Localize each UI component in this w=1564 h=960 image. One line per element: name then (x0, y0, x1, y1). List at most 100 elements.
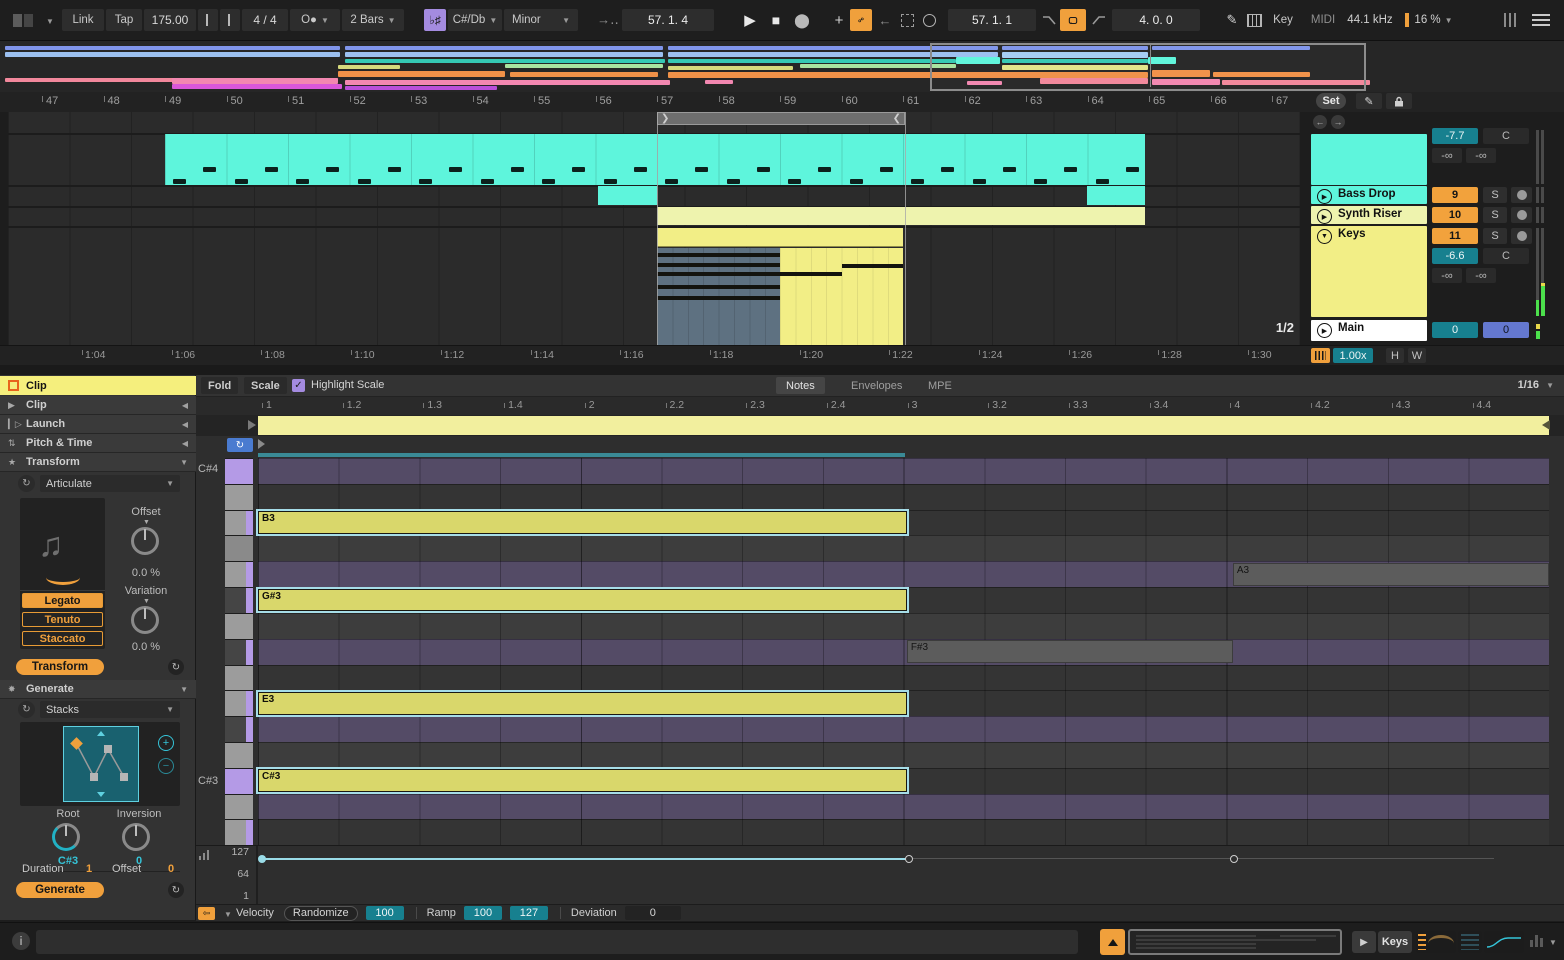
bass-drop-activator-icon[interactable] (1511, 187, 1532, 203)
midi-map-button[interactable]: MIDI (1306, 9, 1340, 31)
tab-mpe[interactable]: MPE (918, 377, 962, 394)
track-header-bass-drop[interactable]: ▶ Bass Drop (1311, 186, 1427, 204)
tempo-field[interactable]: 175.00 (144, 9, 196, 31)
clip-keys-header[interactable] (657, 228, 903, 247)
stacks-add-icon[interactable]: + (158, 735, 174, 751)
bass-drop-solo-button[interactable]: S (1483, 187, 1507, 203)
midi-note-b3[interactable]: B3 (258, 511, 907, 534)
generate-preset-menu[interactable]: Stacks▼ (40, 701, 180, 718)
section-launch[interactable]: ▎▷Launch◀ (0, 415, 196, 434)
clip-loop-toggle[interactable]: ↻ (227, 438, 253, 452)
metronome-button[interactable]: O●▼ (290, 9, 340, 31)
window-pane-icon[interactable] (8, 9, 38, 31)
loop-start-marker[interactable] (248, 420, 256, 430)
playback-speed-field[interactable]: 1.00x (1333, 348, 1373, 363)
track-fold-icon[interactable]: ▶ (1317, 209, 1332, 224)
loop-end-marker[interactable] (1542, 420, 1550, 430)
keys-send-b[interactable]: -∞ (1466, 268, 1496, 283)
add-locator-button[interactable]: + (830, 9, 848, 31)
transform-refresh-icon[interactable]: ↻ (168, 659, 184, 675)
session-record-icon[interactable] (920, 9, 938, 31)
inversion-knob[interactable] (122, 823, 150, 851)
info-icon[interactable]: i (12, 932, 30, 950)
transform-preset-menu[interactable]: Articulate▼ (40, 475, 180, 492)
offset-value[interactable]: 0.0 % (118, 567, 174, 579)
menu-icon[interactable] (1528, 9, 1554, 31)
re-enable-automation-icon[interactable]: ← (876, 9, 894, 31)
stop-button[interactable]: ■ (766, 9, 786, 31)
main-volume[interactable]: 0 (1432, 322, 1478, 338)
io-meters-icon[interactable] (1500, 9, 1520, 31)
velocity-marker[interactable] (258, 855, 266, 863)
show-overview-button[interactable] (1100, 929, 1125, 955)
section-generate[interactable]: ✸Generate▼ (0, 680, 196, 699)
mini-arrangement-overview[interactable] (1128, 929, 1342, 955)
play-button[interactable]: ▶ (740, 9, 760, 31)
variation-value[interactable]: 0.0 % (118, 641, 174, 653)
section-transform[interactable]: ★Transform▼ (0, 453, 196, 472)
punch-in-icon[interactable] (1040, 9, 1058, 31)
loop-start-field[interactable]: 57. 1. 1 (948, 9, 1036, 31)
key-map-button[interactable]: Key (1266, 9, 1300, 31)
clip-keys-selected-region[interactable] (657, 248, 780, 345)
nudge-down-icon[interactable] (198, 9, 218, 31)
stacks-remove-icon[interactable]: − (158, 758, 174, 774)
track-header-synth-riser[interactable]: ▶ Synth Riser (1311, 206, 1427, 224)
keys-activator-icon[interactable] (1511, 228, 1532, 244)
clip-synth-riser[interactable] (657, 207, 1145, 225)
clip-bass-fill-2[interactable] (1087, 186, 1145, 205)
arrangement-overview[interactable] (0, 41, 1564, 93)
track-fold-icon[interactable]: ▶ (1317, 323, 1332, 338)
generate-apply-button[interactable]: Generate (16, 882, 104, 898)
mode-legato[interactable]: Legato (22, 593, 103, 608)
mode-staccato[interactable]: Staccato (22, 631, 103, 646)
synth-riser-solo-button[interactable]: S (1483, 207, 1507, 223)
velocity-marker[interactable] (905, 855, 913, 863)
beat-time-ruler[interactable]: 4748495051525354555657585960616263646566… (0, 92, 1564, 112)
keys-send-a[interactable]: -∞ (1432, 268, 1462, 283)
device-thumbnail[interactable] (1458, 931, 1482, 953)
draw-automation-icon[interactable]: ✎ (1356, 93, 1382, 109)
randomize-value[interactable]: 100 (366, 906, 404, 920)
height-zoom-button[interactable]: H (1386, 348, 1404, 363)
track1-send-b[interactable]: -∞ (1466, 148, 1496, 163)
lock-envelopes-icon[interactable] (1386, 93, 1412, 109)
track-fold-icon[interactable]: ▶ (1317, 189, 1332, 204)
main-pan[interactable]: 0 (1483, 322, 1529, 338)
prev-marker-button[interactable]: ← (1313, 115, 1327, 129)
midi-note-gs3[interactable]: G#3 (258, 589, 907, 612)
pane-divider[interactable] (0, 365, 1564, 375)
scale-mode-menu[interactable]: Minor▼ (504, 9, 578, 31)
arrangement-record-button[interactable]: ⬤ (792, 9, 812, 31)
preview-play-icon[interactable]: ▶ (1352, 931, 1376, 953)
arrangement-grid[interactable]: ❯❮ 1/2 (8, 112, 1300, 345)
midi-note-cs3[interactable]: C#3 (258, 769, 907, 792)
time-ruler[interactable]: 1:041:061:081:101:121:141:161:181:201:22… (0, 345, 1564, 366)
punch-out-icon[interactable] (1090, 9, 1108, 31)
width-zoom-button[interactable]: W (1408, 348, 1426, 363)
randomize-button[interactable]: Randomize (284, 906, 358, 921)
midi-note-e3[interactable]: E3 (258, 692, 907, 715)
overview-viewport[interactable] (930, 43, 1366, 91)
track-unfold-icon[interactable]: ▼ (1317, 229, 1332, 244)
keys-midi-channel[interactable]: 11 (1432, 228, 1478, 244)
clip-loop-region[interactable] (258, 416, 1549, 435)
computer-midi-keyboard-icon[interactable] (1244, 9, 1264, 31)
device-thumbnail[interactable] (1484, 931, 1524, 953)
arrangement-position-field[interactable]: 57. 1. 4 (622, 9, 714, 31)
duration-value[interactable]: 1 (86, 863, 92, 875)
track1-volume[interactable]: -7.7 (1432, 128, 1478, 144)
audition-icon[interactable] (1311, 348, 1330, 363)
track1-send-a[interactable]: -∞ (1432, 148, 1462, 163)
clip-loop-bar[interactable] (196, 415, 1564, 436)
section-clip[interactable]: ▶Clip◀ (0, 396, 196, 415)
gen-offset-value[interactable]: 0 (168, 863, 174, 875)
synth-riser-activator-icon[interactable] (1511, 207, 1532, 223)
keys-solo-button[interactable]: S (1483, 228, 1507, 244)
track1-pan[interactable]: C (1483, 128, 1529, 144)
loop-length-field[interactable]: 4. 0. 0 (1112, 9, 1200, 31)
generate-refresh-icon[interactable]: ↻ (168, 882, 184, 898)
highlight-scale-checkbox[interactable]: ✓ (292, 379, 305, 392)
bass-drop-midi-channel[interactable]: 9 (1432, 187, 1478, 203)
track-header-keys[interactable]: ▼ Keys (1311, 226, 1427, 317)
